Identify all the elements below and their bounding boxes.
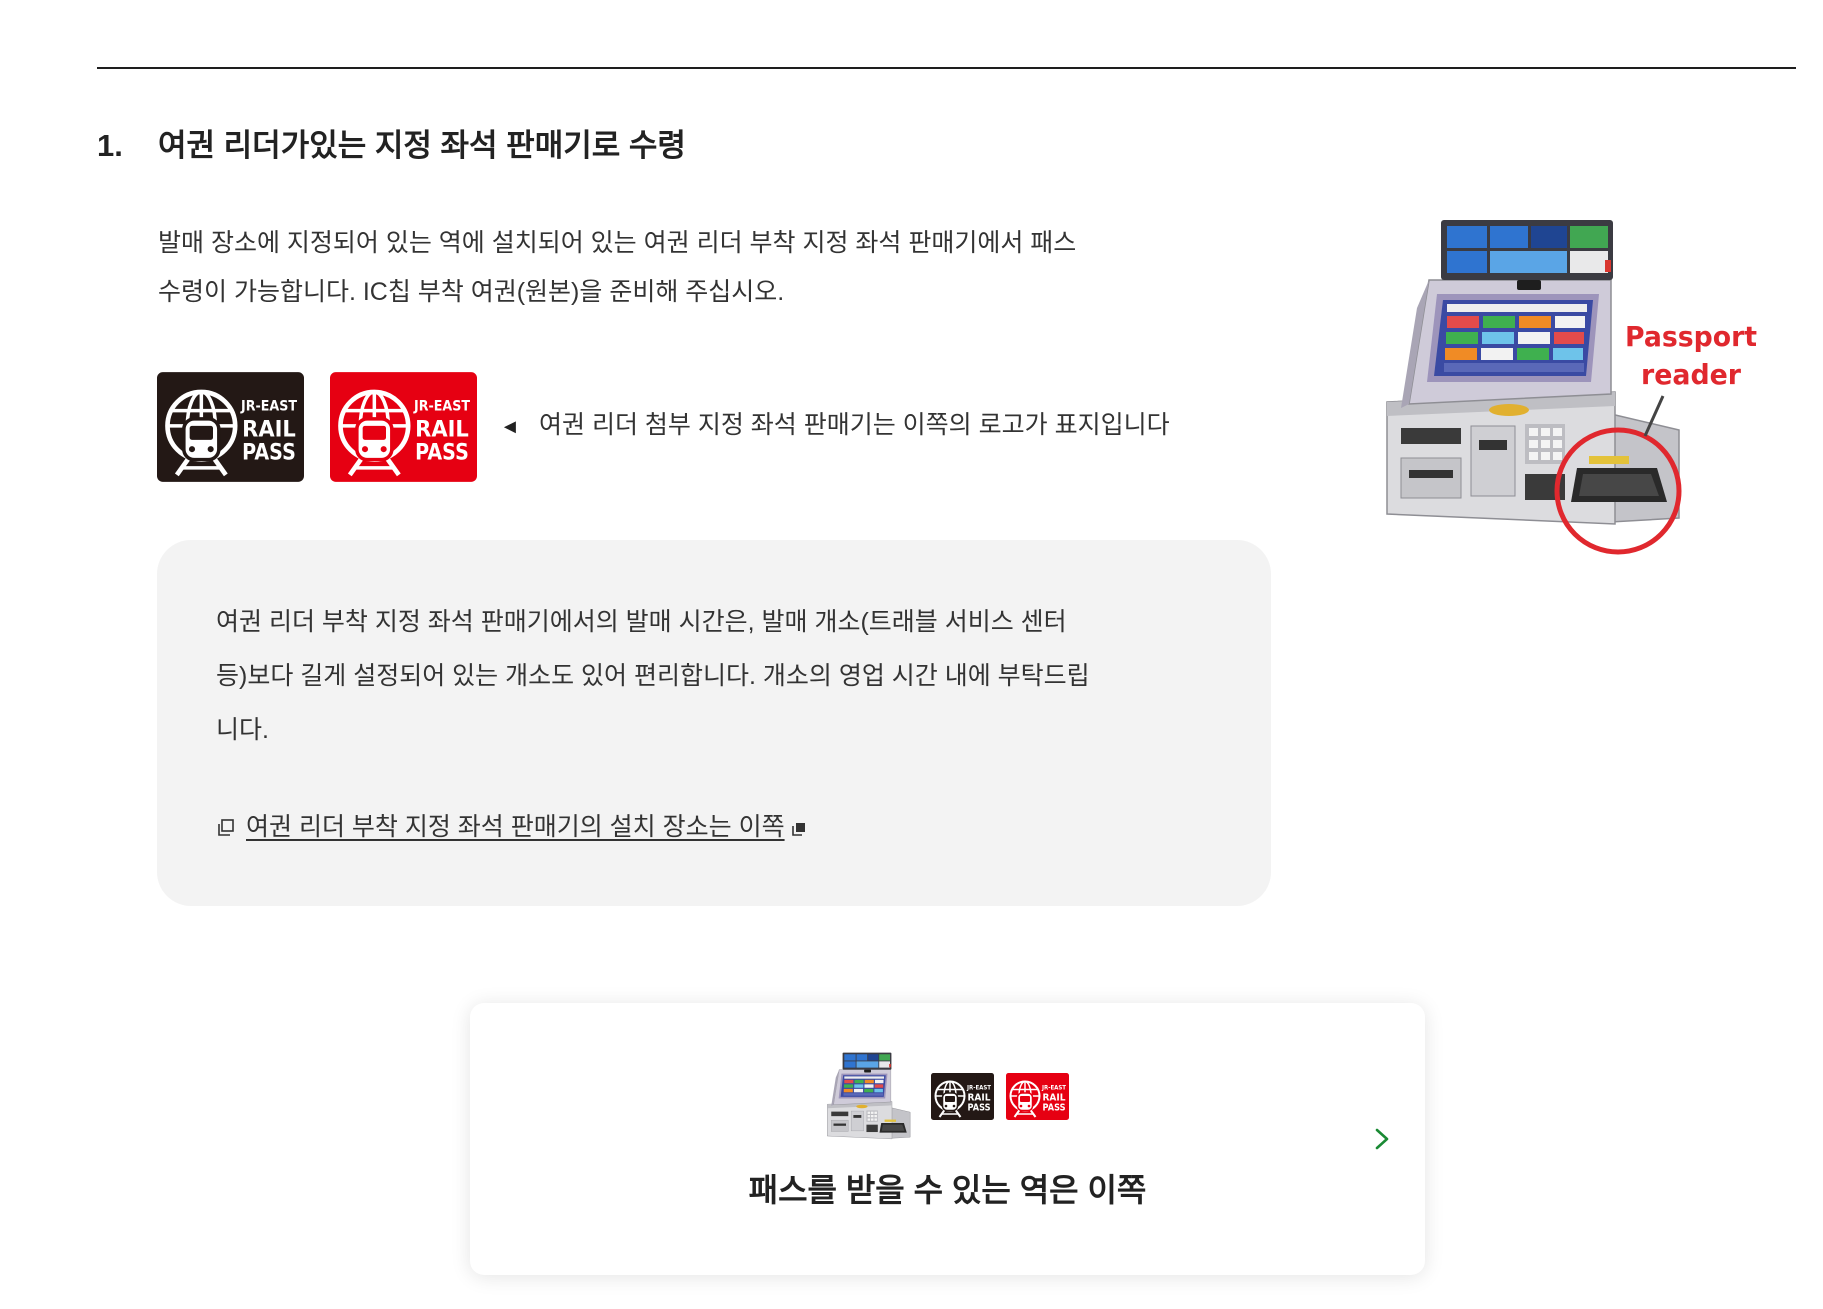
jr-east-rail-pass-logo-black: JR-EAST RAIL PASS (157, 372, 304, 482)
logo-text-jr-east: JR-EAST (1041, 1085, 1067, 1092)
jr-east-rail-pass-logo-black: JR-EAST RAIL PASS (931, 1073, 994, 1120)
info-note-line: 등)보다 길게 설정되어 있는 개소도 있어 편리합니다. 개소의 영업 시간 … (216, 662, 1090, 690)
info-note-box: 여권 리더 부착 지정 좌석 판매기에서의 발매 시간은, 발매 개소(트래블 … (157, 540, 1271, 906)
logo-text-jr-east: JR-EAST (413, 399, 470, 415)
stations-card[interactable]: JR-EAST RAIL PASS JR-EAST RAIL PASS 패스를 … (470, 1003, 1425, 1275)
machine-locations-link[interactable]: 여권 리더 부착 지정 좌석 판매기의 설치 장소는 이쪽 (246, 813, 785, 841)
external-link-icon (791, 823, 805, 836)
section-number: 1. (97, 128, 123, 163)
jr-east-rail-pass-logo-red: JR-EAST RAIL PASS (1006, 1073, 1069, 1120)
ticket-machine-image: Passport reader (1386, 219, 1757, 555)
intro-paragraph: 발매 장소에 지정되어 있는 역에 설치되어 있는 여권 리더 부착 지정 좌석… (158, 219, 1308, 317)
intro-line: 발매 장소에 지정되어 있는 역에 설치되어 있는 여권 리더 부착 지정 좌석… (158, 229, 1077, 257)
section-heading: 1. 여권 리더가있는 지정 좌석 판매기로 수령 (97, 122, 686, 170)
section-title: 여권 리더가있는 지정 좌석 판매기로 수령 (158, 128, 686, 163)
left-arrow-icon: ◄ (500, 416, 520, 438)
ticket-machine-thumbnail (827, 1052, 911, 1140)
logo-text-rail: RAIL (968, 1093, 991, 1104)
logo-text-pass: PASS (968, 1103, 991, 1114)
logo-text-jr-east: JR-EAST (240, 399, 297, 415)
jr-east-rail-pass-logo-red: JR-EAST RAIL PASS (330, 372, 477, 482)
machine-locations-link-row: 여권 리더 부착 지정 좌석 판매기의 설치 장소는 이쪽 (216, 807, 806, 847)
section-divider (97, 67, 1796, 69)
logo-text-pass: PASS (415, 440, 469, 466)
logo-text-jr-east: JR-EAST (966, 1085, 992, 1092)
passport-reader-label: reader (1641, 358, 1741, 391)
chevron-right-icon[interactable] (1374, 1127, 1390, 1151)
logo-text-rail: RAIL (1043, 1093, 1066, 1104)
info-note-line: 니다. (216, 716, 269, 744)
logo-text-pass: PASS (242, 440, 296, 466)
logo-text-pass: PASS (1043, 1103, 1066, 1114)
stations-card-title: 패스를 받을 수 있는 역은 이쪽 (748, 1172, 1147, 1208)
logo-text-rail: RAIL (415, 416, 469, 442)
document-icon (218, 819, 234, 836)
logo-caption-text: 여권 리더 첨부 지정 좌석 판매기는 이쪽의 로고가 표지입니다 (539, 411, 1170, 439)
logo-text-rail: RAIL (242, 416, 296, 442)
passport-reader-label: Passport (1625, 320, 1757, 353)
ticket-machine-body (1386, 219, 1680, 525)
intro-line: 수령이 가능합니다. IC칩 부착 여권(원본)을 준비해 주십시오. (158, 278, 785, 306)
info-note-line: 여권 리더 부착 지정 좌석 판매기에서의 발매 시간은, 발매 개소(트래블 … (216, 608, 1067, 636)
info-note-text: 여권 리더 부착 지정 좌석 판매기에서의 발매 시간은, 발매 개소(트래블 … (216, 595, 1090, 757)
ticket-machine-body (827, 1052, 911, 1140)
logo-caption: ◄ 여권 리더 첨부 지정 좌석 판매기는 이쪽의 로고가 표지입니다 (500, 405, 1170, 447)
